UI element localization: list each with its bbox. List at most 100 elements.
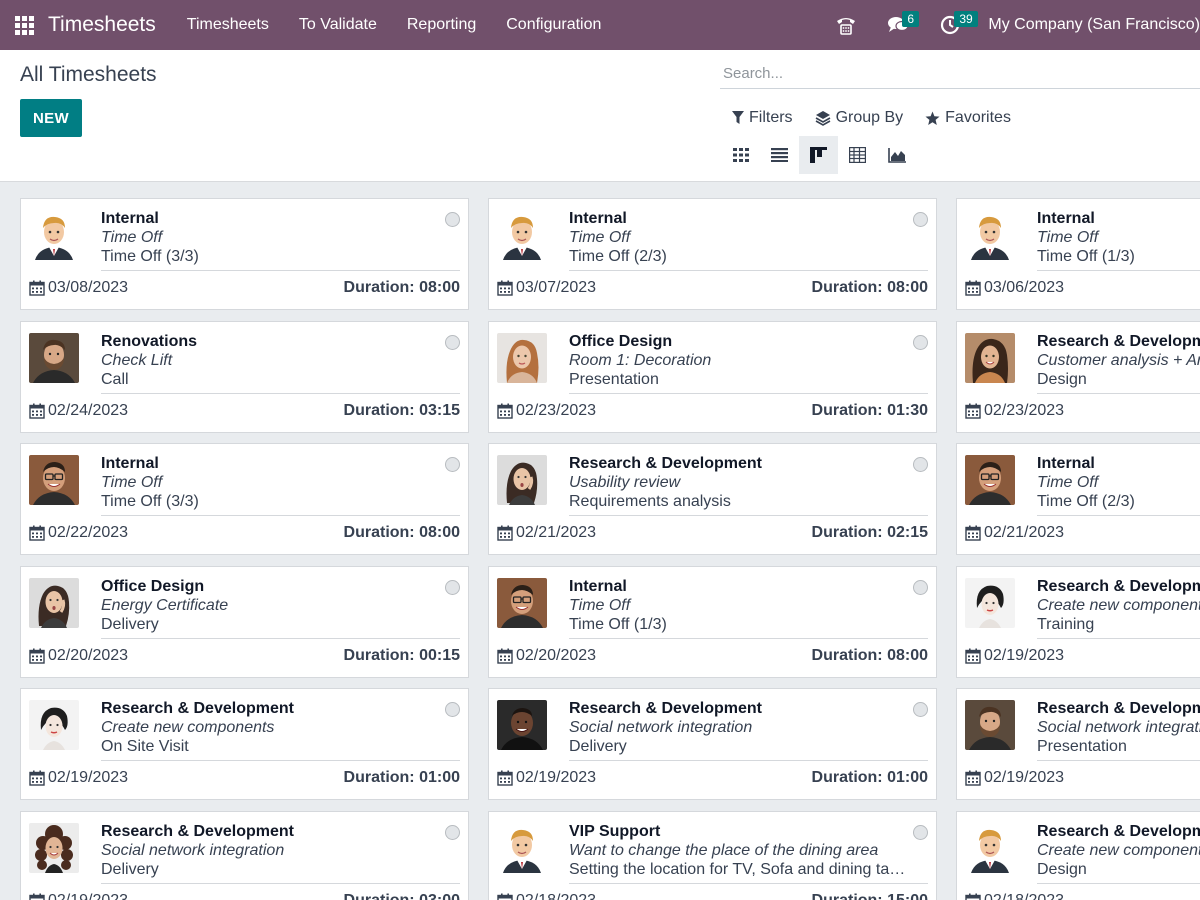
card-duration: Duration: 08:00 [343, 279, 460, 296]
card-divider [1037, 515, 1200, 516]
card-project: Research & Development [1037, 332, 1200, 350]
new-button[interactable]: NEW [20, 99, 82, 137]
status-indicator[interactable] [445, 702, 460, 717]
calendar-icon [965, 403, 981, 419]
card-task: Time Off [101, 229, 163, 246]
card-divider [569, 515, 928, 516]
timesheet-card[interactable]: Internal Time Off Time Off (1/3) 02/20/2023… [488, 565, 937, 678]
control-panel: All Timesheets NEW Filters Group By Favo… [0, 50, 1200, 182]
card-date-text: 02/19/2023 [984, 769, 1065, 786]
apps-menu-icon[interactable] [0, 0, 48, 50]
calendar-icon [965, 280, 981, 296]
card-description: Presentation [569, 370, 659, 388]
timesheet-card[interactable]: Research & DevelopmentSocial network int… [488, 688, 937, 800]
card-project: Research & Development [101, 822, 294, 840]
timesheet-card[interactable]: Internal Time Off Time Off (3/3) 02/22/2023… [20, 443, 469, 555]
timesheet-card[interactable]: Research & DevelopmentSocial network int… [956, 688, 1200, 800]
status-indicator[interactable] [913, 334, 928, 350]
card-divider [101, 392, 460, 394]
card-description: Training [1037, 615, 1095, 633]
timesheet-card[interactable]: Internal Time Off Time Off (1/3) 03/06/2023 [956, 198, 1200, 310]
card-task: Time Off [1037, 474, 1099, 491]
groupby-dropdown[interactable]: Group By [815, 109, 903, 127]
status-indicator[interactable] [445, 212, 460, 227]
card-divider [101, 882, 460, 884]
card-divider [1037, 760, 1200, 761]
card-date-text: 02/23/2023 [516, 401, 597, 419]
card-divider [1037, 392, 1200, 394]
messages-icon[interactable]: 6 [878, 0, 920, 50]
status-indicator[interactable] [913, 579, 928, 595]
calendar-icon [497, 893, 513, 900]
card-date-text: 02/20/2023 [48, 646, 129, 664]
card-duration: Duration: 03:15 [343, 401, 460, 419]
card-divider [569, 637, 928, 639]
phone-icon[interactable] [826, 0, 866, 50]
timesheet-card[interactable]: Renovations Check Lift Call 02/24/2023 Durat… [20, 320, 469, 433]
card-date: 02/19/2023 [497, 769, 596, 787]
app-brand[interactable]: Timesheets [48, 13, 156, 37]
status-indicator[interactable] [445, 334, 460, 350]
list-view-button[interactable] [760, 136, 799, 174]
employee-avatar [965, 455, 1015, 505]
card-project: Research & Development [1037, 822, 1200, 840]
timesheet-card[interactable]: Research & DevelopmentCreate new compone… [20, 688, 469, 800]
pivot-view-button[interactable] [838, 136, 877, 174]
employee-avatar [965, 332, 1015, 383]
card-project: VIP Support [569, 822, 661, 840]
search-input[interactable] [720, 64, 1200, 82]
menu-reporting[interactable]: Reporting [392, 16, 491, 34]
menu-configuration[interactable]: Configuration [491, 16, 616, 34]
timesheet-card[interactable]: Office Design Energy Certificate Delivery 0… [20, 565, 469, 678]
card-divider [569, 882, 928, 884]
list-icon [771, 148, 788, 162]
status-indicator[interactable] [913, 824, 928, 840]
company-switcher[interactable]: My Company (San Francisco) [988, 16, 1200, 34]
layers-icon [815, 111, 830, 126]
card-date: 02/18/2023 [965, 892, 1064, 900]
timesheet-card[interactable]: Office Design Room 1: Decoration Presentat… [488, 320, 937, 433]
calendar-icon [497, 280, 513, 296]
kanban-grid-view-button[interactable] [721, 136, 760, 174]
card-date: 02/20/2023 [497, 647, 596, 665]
card-description: Design [1037, 370, 1087, 388]
timesheet-card[interactable]: Internal Time Off Time Off (2/3) 03/07/2023… [488, 198, 937, 310]
status-indicator[interactable] [913, 702, 928, 717]
status-indicator[interactable] [445, 824, 460, 840]
timesheet-card[interactable]: Research & DevelopmentCreate new compone… [956, 565, 1200, 678]
card-date-text: 02/21/2023 [984, 524, 1065, 541]
favorites-dropdown[interactable]: Favorites [925, 109, 1011, 127]
timesheet-card[interactable]: Internal Time Off Time Off (2/3) 02/21/2023 [956, 443, 1200, 555]
menu-to-validate[interactable]: To Validate [284, 16, 392, 34]
timesheet-card[interactable]: VIP Support Want to change the place of t… [488, 810, 937, 900]
status-indicator[interactable] [913, 212, 928, 227]
card-project: Internal [569, 577, 627, 595]
timesheet-card[interactable]: Internal Time Off Time Off (3/3) 03/08/2023… [20, 198, 469, 310]
menu-timesheets[interactable]: Timesheets [172, 16, 284, 34]
activities-count-badge: 39 [954, 11, 978, 27]
timesheet-card[interactable]: Research & DevelopmentCustomer analysis … [956, 320, 1200, 433]
card-duration: Duration: 00:15 [343, 646, 460, 664]
card-task: Time Off [569, 596, 631, 614]
card-project: Research & Development [569, 455, 762, 472]
card-project: Internal [101, 455, 159, 472]
card-description: Time Off (2/3) [569, 248, 667, 265]
card-date: 02/23/2023 [965, 402, 1064, 420]
timesheet-card[interactable]: Research & DevelopmentCreate new compone… [956, 810, 1200, 900]
status-indicator[interactable] [445, 457, 460, 472]
status-indicator[interactable] [913, 457, 928, 472]
timesheet-card[interactable]: Research & Development Usability review Re… [488, 443, 937, 555]
activities-clock-icon[interactable]: 39 [930, 0, 978, 50]
card-divider [1037, 270, 1200, 271]
calendar-icon [965, 770, 981, 786]
top-navbar: Timesheets Timesheets To Validate Report… [0, 0, 1200, 50]
kanban-view-button[interactable] [799, 136, 838, 174]
card-date-text: 02/18/2023 [516, 891, 597, 900]
status-indicator[interactable] [445, 579, 460, 595]
graph-view-button[interactable] [877, 136, 916, 174]
card-project: Office Design [569, 332, 673, 350]
timesheet-card[interactable]: Research & DevelopmentSocial network int… [20, 810, 469, 900]
card-description: Requirements analysis [569, 493, 731, 510]
card-task: Create new components [1037, 841, 1200, 859]
filters-dropdown[interactable]: Filters [732, 109, 793, 127]
